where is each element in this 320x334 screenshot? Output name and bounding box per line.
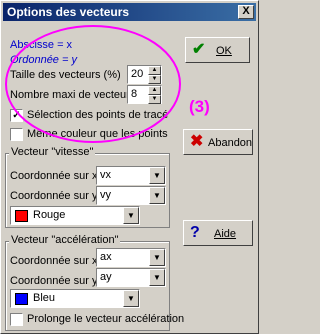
vitesse-x-select[interactable]: vx ▼	[96, 166, 166, 185]
close-button[interactable]: X	[238, 5, 254, 19]
ok-button-label: OK	[216, 45, 232, 57]
highlight-ellipse	[5, 25, 181, 143]
acceleration-y-value: ay	[100, 271, 112, 283]
acceleration-x-select[interactable]: ax ▼	[96, 248, 166, 267]
options-dialog: Options des vecteurs X Abscisse = x Ordo…	[0, 0, 259, 334]
vitesse-y-select[interactable]: vy ▼	[96, 186, 166, 205]
acceleration-y-select[interactable]: ay ▼	[96, 268, 166, 287]
chevron-down-icon[interactable]: ▼	[149, 167, 165, 184]
vitesse-x-label: Coordonnée sur x	[10, 170, 98, 182]
acceleration-y-label: Coordonnée sur y	[10, 275, 98, 287]
aide-button-label: Aide	[214, 228, 237, 240]
question-mark-icon: ?	[190, 224, 200, 241]
x-mark-icon: ✖	[190, 133, 204, 150]
chevron-down-icon[interactable]: ▼	[123, 207, 139, 224]
acceleration-color-value: Bleu	[33, 292, 56, 304]
chevron-down-icon[interactable]: ▼	[149, 269, 165, 286]
dialog-title: Options des vecteurs	[7, 5, 130, 19]
title-bar[interactable]: Options des vecteurs X	[3, 3, 256, 21]
prolonge-checkbox[interactable]	[10, 313, 23, 326]
chevron-down-icon[interactable]: ▼	[149, 249, 165, 266]
abandon-button-label: Abandon	[208, 137, 253, 149]
chevron-down-icon[interactable]: ▼	[149, 187, 165, 204]
chevron-down-icon[interactable]: ▼	[123, 290, 139, 307]
ok-button[interactable]: ✔ OK	[185, 37, 250, 63]
acceleration-x-value: ax	[100, 251, 112, 263]
acceleration-group-label: Vecteur "accélération"	[9, 234, 121, 246]
aide-button[interactable]: ? Aide	[183, 220, 253, 246]
vitesse-color-value: Rouge	[33, 209, 66, 221]
acceleration-color-select[interactable]: Bleu ▼	[10, 289, 140, 308]
vitesse-y-value: vy	[100, 189, 111, 201]
vitesse-x-value: vx	[100, 169, 111, 181]
abandon-button[interactable]: ✖ Abandon	[183, 129, 253, 155]
annotation-number: (3)	[189, 97, 210, 116]
checkmark-icon: ✔	[192, 41, 206, 58]
acceleration-x-label: Coordonnée sur x	[10, 255, 98, 267]
vitesse-y-label: Coordonnée sur y	[10, 190, 98, 202]
color-swatch	[15, 210, 28, 222]
vitesse-group-label: Vecteur "vitesse"	[9, 146, 96, 158]
vitesse-color-select[interactable]: Rouge ▼	[10, 206, 140, 225]
color-swatch	[15, 293, 28, 305]
prolonge-label: Prolonge le vecteur accélération	[27, 313, 185, 325]
